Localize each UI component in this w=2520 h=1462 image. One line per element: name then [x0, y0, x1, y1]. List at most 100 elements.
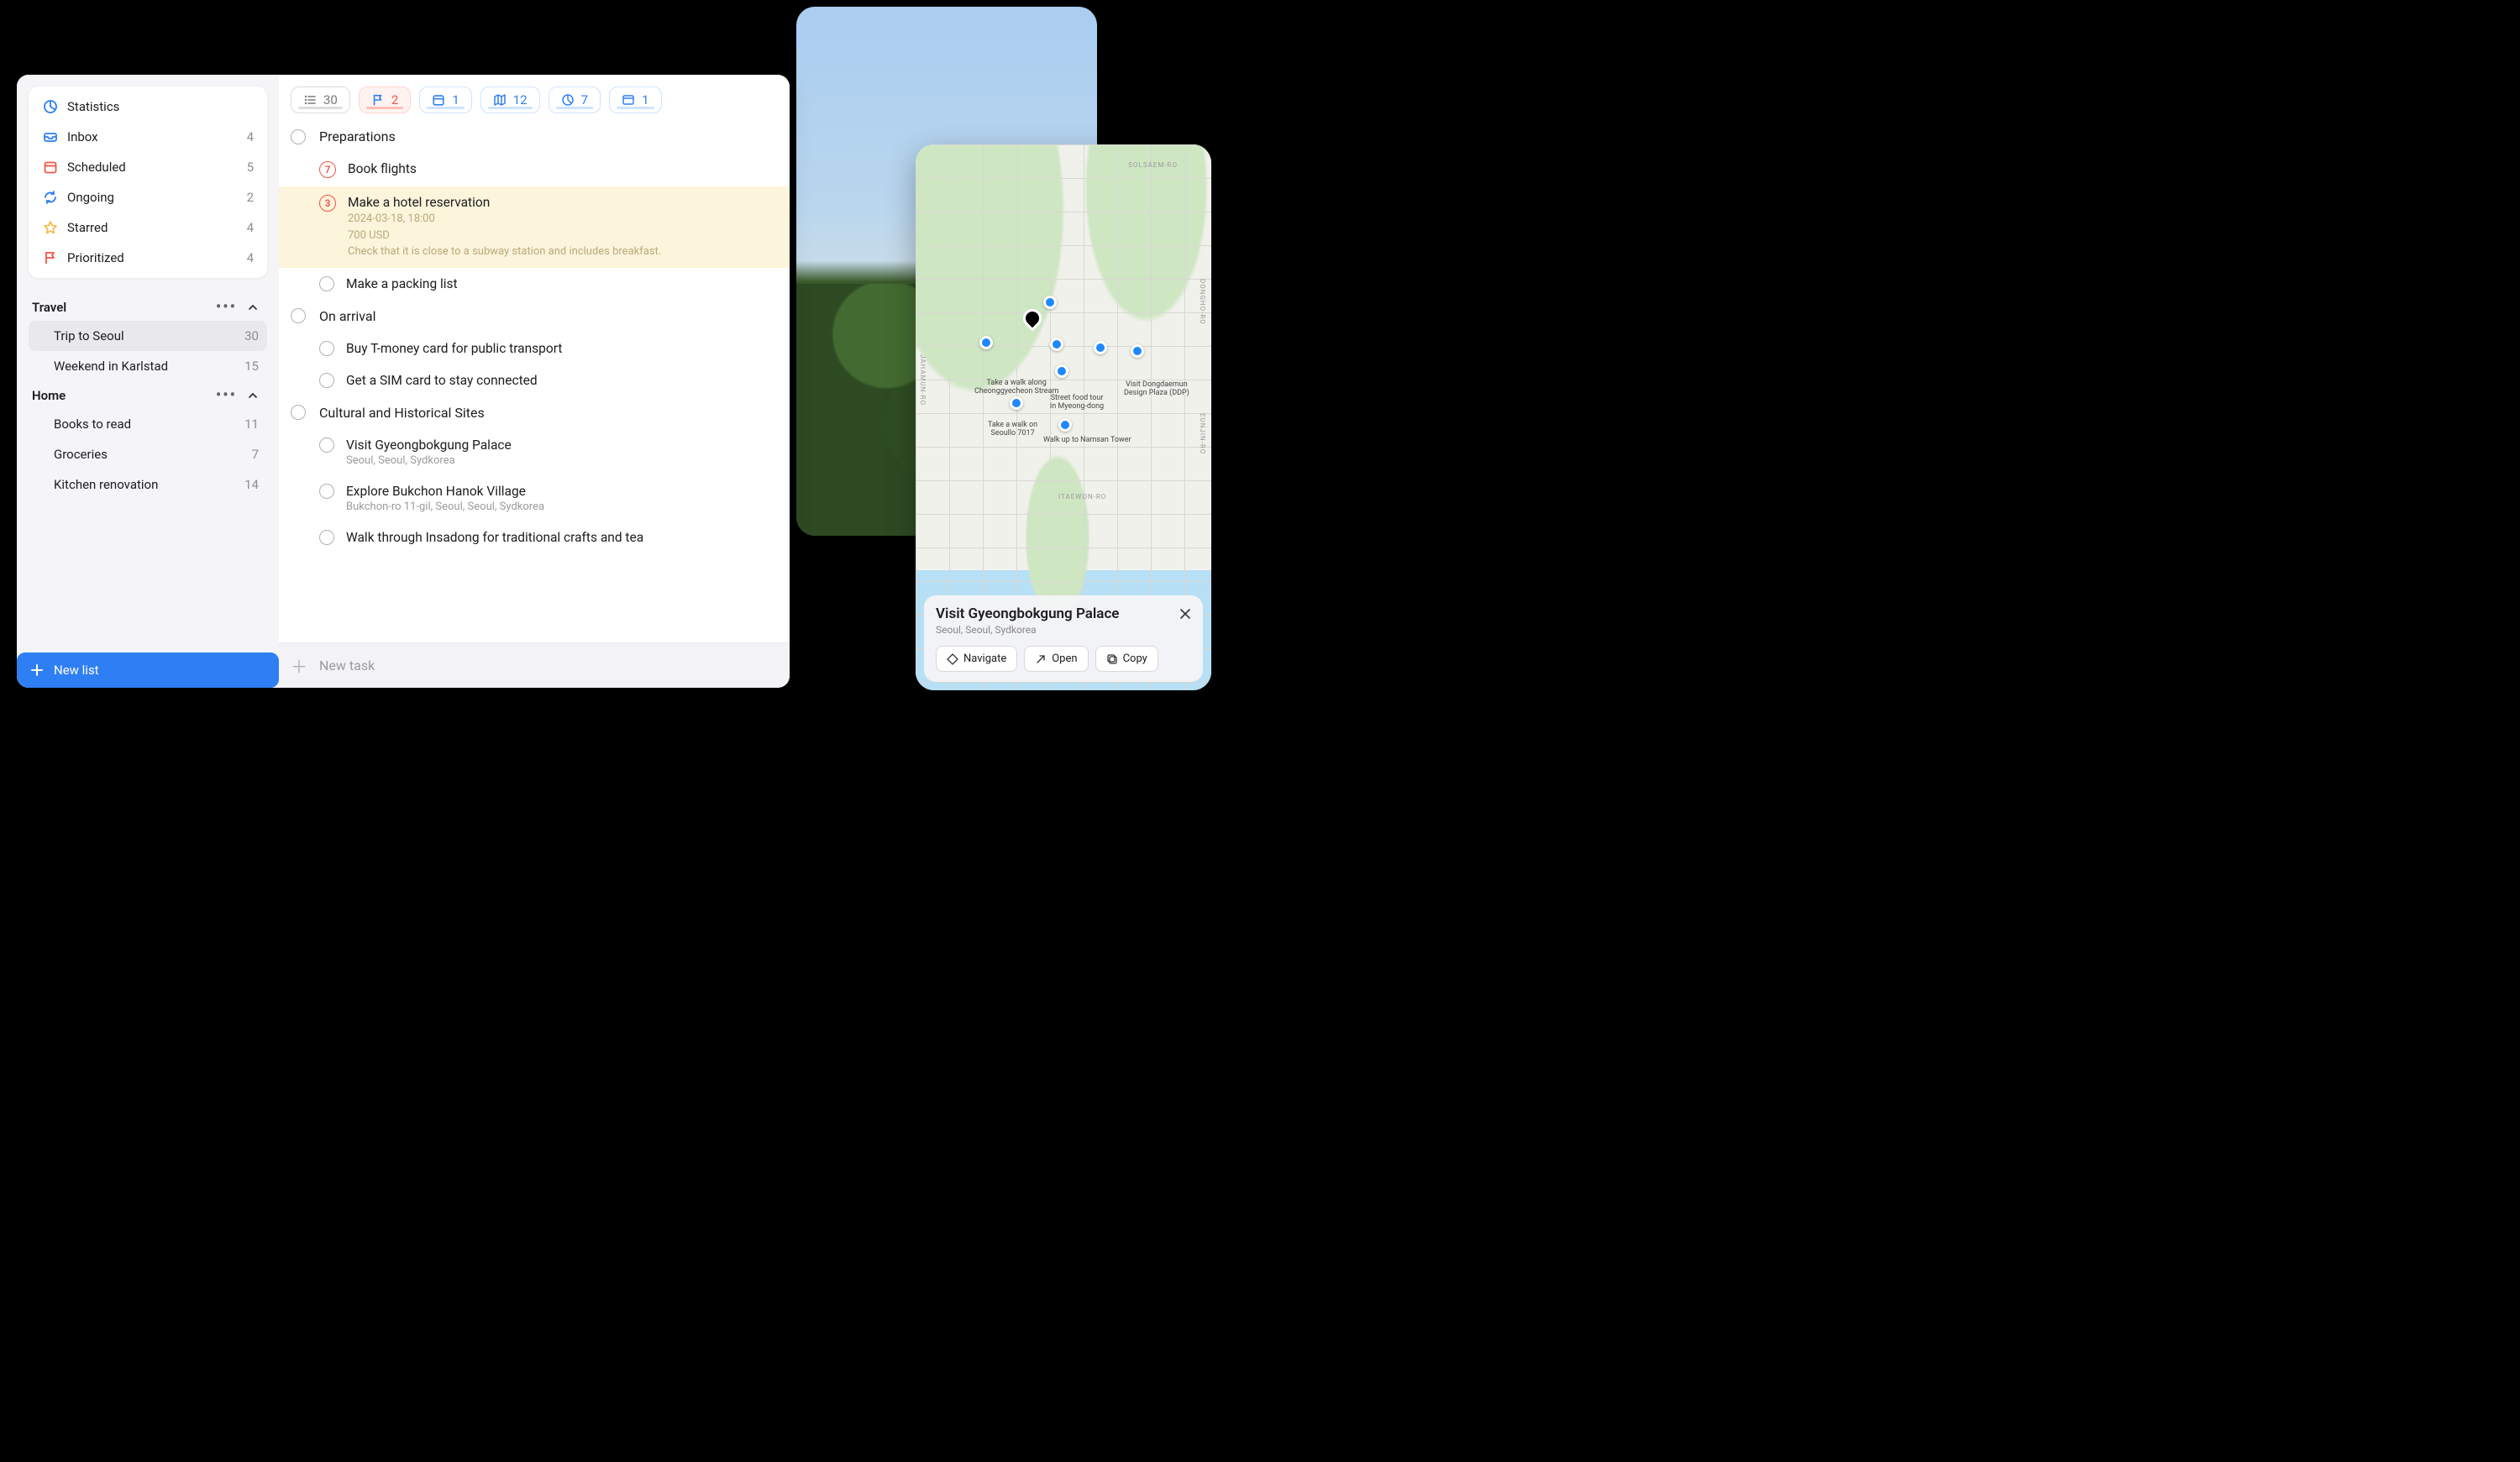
- card-icon: [622, 93, 635, 107]
- filter-chip-card[interactable]: 1: [609, 86, 661, 113]
- navigate-button[interactable]: Navigate: [936, 646, 1017, 672]
- section-title: Cultural and Historical Sites: [319, 405, 485, 421]
- nav-count: 5: [247, 160, 254, 175]
- list-item[interactable]: Kitchen renovation14: [29, 469, 267, 500]
- filter-chip-list[interactable]: 30: [291, 86, 350, 113]
- task-row[interactable]: Make a packing list: [279, 268, 790, 300]
- more-icon[interactable]: •••: [211, 298, 242, 316]
- map-pin[interactable]: [1055, 364, 1068, 378]
- task-checkbox[interactable]: [319, 438, 334, 453]
- sidebar: Statistics Inbox 4 Scheduled 5 Ongoing2Starre…: [17, 75, 279, 688]
- section-checkbox[interactable]: [291, 405, 306, 420]
- copy-icon: [1106, 653, 1118, 665]
- section-checkbox[interactable]: [291, 129, 306, 144]
- copy-button[interactable]: Copy: [1095, 646, 1158, 672]
- filter-chip-flag[interactable]: 2: [359, 86, 411, 113]
- task-row[interactable]: Visit Gyeongbokgung PalaceSeoul, Seoul, …: [279, 429, 790, 475]
- list-item[interactable]: Books to read11: [29, 409, 267, 439]
- chevron-up-icon[interactable]: [247, 301, 259, 313]
- sidebar-nav-starred[interactable]: Starred4: [34, 212, 262, 243]
- map-pin[interactable]: [1131, 344, 1144, 358]
- flag-icon: [42, 249, 59, 266]
- nav-count: 4: [247, 129, 254, 144]
- calendar-icon: [42, 159, 59, 176]
- map-pin[interactable]: [979, 336, 993, 349]
- stats-icon: [42, 98, 59, 115]
- chip-value: 1: [452, 92, 459, 107]
- sidebar-nav-inbox[interactable]: Inbox 4: [34, 122, 262, 152]
- task-title: Make a packing list: [346, 276, 778, 291]
- filter-chip-calendar[interactable]: 1: [419, 86, 471, 113]
- navigate-label: Navigate: [963, 652, 1006, 665]
- list-name: Books to read: [54, 417, 131, 432]
- list-item[interactable]: Trip to Seoul30: [29, 321, 267, 351]
- task-checkbox[interactable]: [319, 530, 334, 545]
- calendar-icon: [432, 93, 445, 107]
- map-card: SOLSAEM-RO DONGHO-RO JAHAMUN-RO ITAEWON-…: [916, 144, 1211, 690]
- map-pin[interactable]: [1058, 418, 1072, 432]
- nav-label: Inbox: [67, 129, 98, 144]
- map-detail-title: Visit Gyeongbokgung Palace: [936, 605, 1119, 622]
- chip-value: 12: [513, 92, 528, 107]
- list-count: 30: [244, 328, 259, 343]
- section-header[interactable]: On arrival: [279, 300, 790, 333]
- sync-icon: [42, 189, 59, 206]
- open-button[interactable]: Open: [1024, 646, 1088, 672]
- task-row[interactable]: Walk through Insadong for traditional cr…: [279, 521, 790, 553]
- map-pin[interactable]: [1010, 396, 1023, 410]
- new-list-button[interactable]: New list: [17, 652, 279, 688]
- nav-label: Scheduled: [67, 160, 126, 175]
- main-panel: 30211271 Preparations7Book flights3Make …: [279, 75, 790, 688]
- list-item[interactable]: Groceries7: [29, 439, 267, 469]
- task-note: Check that it is close to a subway stati…: [348, 244, 778, 259]
- section-header[interactable]: Preparations: [279, 120, 790, 153]
- flag-icon: [371, 93, 385, 107]
- nav-label: Prioritized: [67, 250, 124, 265]
- map-road-label: EUNJIN-RO: [1199, 413, 1206, 454]
- filter-chip-map[interactable]: 12: [480, 86, 540, 113]
- task-title: Explore Bukchon Hanok Village: [346, 484, 778, 499]
- pie-icon: [561, 93, 575, 107]
- task-row[interactable]: Buy T-money card for public transport: [279, 333, 790, 364]
- filter-chip-pie[interactable]: 7: [549, 86, 601, 113]
- map-pin[interactable]: [1043, 296, 1057, 309]
- task-title: Visit Gyeongbokgung Palace: [346, 438, 778, 453]
- chip-value: 7: [581, 92, 588, 107]
- list-name: Weekend in Karlstad: [54, 359, 168, 374]
- filter-chip-row: 30211271: [279, 75, 790, 120]
- sidebar-nav-ongoing[interactable]: Ongoing2: [34, 182, 262, 212]
- map-pin[interactable]: [1050, 338, 1063, 351]
- plus-icon: ＋: [291, 653, 307, 678]
- list-item[interactable]: Weekend in Karlstad15: [29, 351, 267, 381]
- task-row[interactable]: 7Book flights: [279, 153, 790, 186]
- task-row[interactable]: 3Make a hotel reservation2024-03-18, 18:…: [279, 186, 790, 268]
- task-title: Book flights: [348, 161, 778, 176]
- map-detail-panel: Visit Gyeongbokgung Palace Seoul, Seoul,…: [924, 595, 1203, 682]
- map-poi-label: Take a walk alongCheonggyecheon Stream: [974, 380, 1058, 396]
- group-header-home[interactable]: Home•••: [29, 381, 267, 409]
- map-road-label: SOLSAEM-RO: [1128, 161, 1178, 169]
- task-checkbox[interactable]: [319, 341, 334, 356]
- map-poi-label: Street food tourin Myeong-dong: [1050, 395, 1104, 411]
- task-checkbox[interactable]: [319, 276, 334, 291]
- close-icon[interactable]: [1179, 608, 1191, 620]
- task-row[interactable]: Explore Bukchon Hanok VillageBukchon-ro …: [279, 475, 790, 521]
- task-checkbox[interactable]: [319, 373, 334, 388]
- group-header-travel[interactable]: Travel•••: [29, 293, 267, 321]
- section-title: On arrival: [319, 308, 375, 324]
- nav-card: Statistics Inbox 4 Scheduled 5 Ongoing2Starre…: [29, 86, 267, 278]
- sidebar-nav-statistics[interactable]: Statistics: [34, 92, 262, 122]
- section-checkbox[interactable]: [291, 308, 306, 323]
- new-task-row[interactable]: ＋ New task: [279, 642, 790, 688]
- chevron-up-icon[interactable]: [247, 390, 259, 401]
- map-poi-label: Take a walk onSeoullo 7017: [988, 422, 1037, 438]
- list-count: 14: [244, 477, 259, 492]
- sidebar-nav-prioritized[interactable]: Prioritized4: [34, 243, 262, 273]
- map-pin[interactable]: [1094, 341, 1107, 354]
- task-checkbox[interactable]: [319, 484, 334, 499]
- more-icon[interactable]: •••: [211, 386, 242, 404]
- task-list: Preparations7Book flights3Make a hotel r…: [279, 120, 790, 642]
- task-row[interactable]: Get a SIM card to stay connected: [279, 364, 790, 396]
- section-header[interactable]: Cultural and Historical Sites: [279, 396, 790, 429]
- sidebar-nav-scheduled[interactable]: Scheduled 5: [34, 152, 262, 182]
